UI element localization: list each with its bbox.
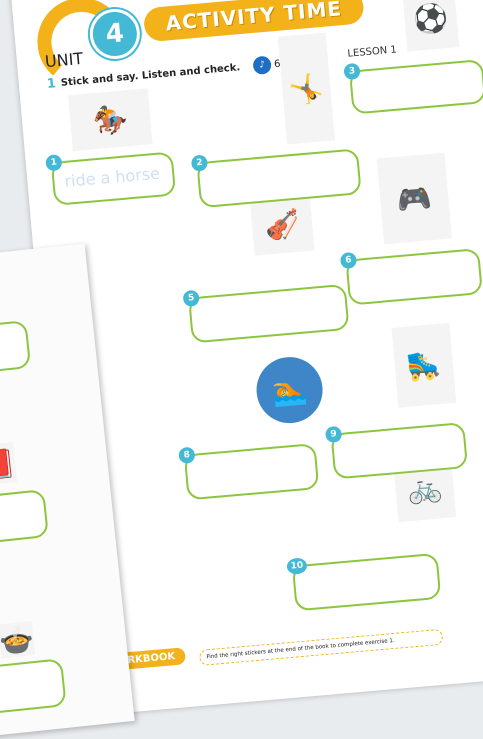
- page-title: ACTIVITY TIME: [142, 0, 365, 43]
- answer-box-5[interactable]: [188, 283, 350, 344]
- football-photo: ⚽: [402, 0, 460, 52]
- underlying-box-1: [0, 319, 32, 379]
- unit-number: 4: [104, 18, 126, 50]
- answer-box-1[interactable]: ride a horse: [50, 151, 177, 206]
- plate-photo: 🍲: [0, 621, 36, 659]
- lesson-label: LESSON 1: [347, 44, 398, 60]
- underlying-box-3: [0, 658, 67, 717]
- book-photo: 📕: [0, 442, 17, 486]
- swimmer-photo: 🏊: [253, 354, 326, 426]
- exercise-number: 1: [46, 76, 57, 93]
- answer-box-3[interactable]: [348, 59, 483, 115]
- audio-icon[interactable]: ♪: [252, 55, 272, 76]
- dancer-photo: 🤸: [277, 32, 335, 145]
- unit-label: UNIT: [44, 48, 84, 72]
- horse-rider-photo: 🏇: [68, 88, 153, 152]
- gamer-photo: 🎮: [376, 152, 452, 245]
- answer-box-2[interactable]: [196, 148, 362, 209]
- answer-box-6[interactable]: [345, 248, 483, 306]
- answer-box-10[interactable]: [291, 552, 442, 612]
- skater-photo: 🛼: [391, 322, 457, 408]
- footer-note: Find the right stickers at the end of th…: [198, 628, 444, 666]
- answer-text-1: ride a horse: [63, 163, 161, 191]
- underlying-box-2: [0, 489, 49, 548]
- answer-box-8[interactable]: [183, 443, 320, 501]
